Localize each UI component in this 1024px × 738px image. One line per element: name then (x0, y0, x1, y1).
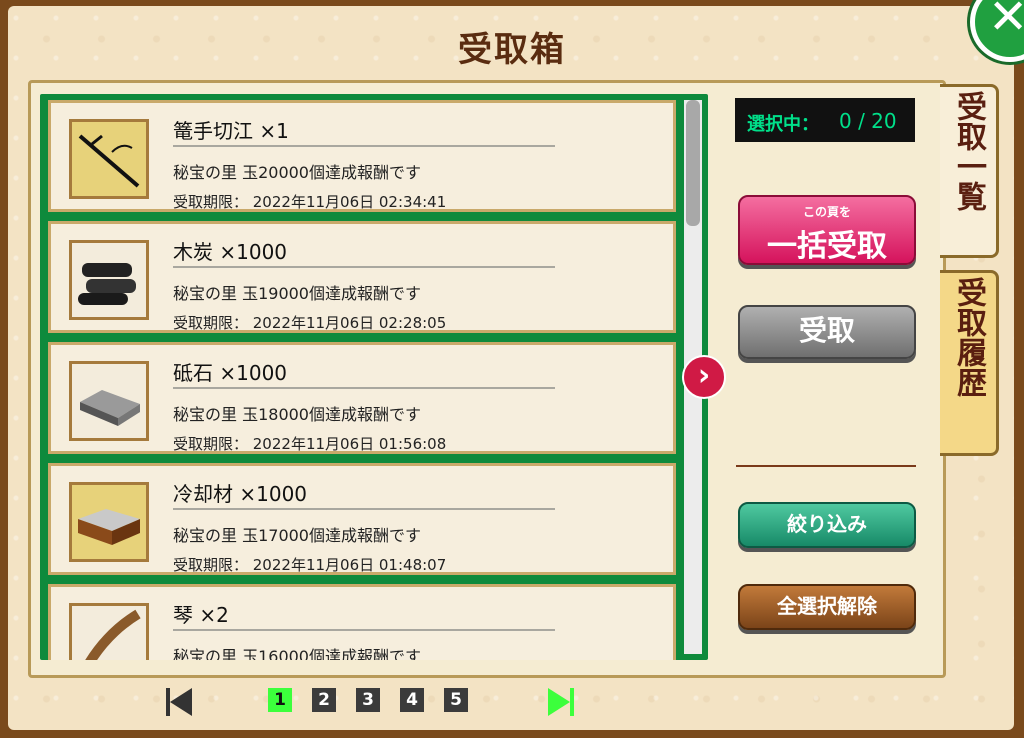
deselect-all-button[interactable]: 全選択解除 (738, 584, 916, 630)
selection-counter: 選択中： 0 / 20 (735, 98, 915, 142)
skip-first-icon (166, 688, 192, 716)
filter-button[interactable]: 絞り込み (738, 502, 916, 548)
item-expiry: 受取期限： 2022年11月06日 02:34:41 (173, 193, 447, 211)
chevron-right-icon: › (697, 358, 711, 393)
divider (736, 465, 916, 467)
item-expiry: 受取期限： 2022年11月06日 01:56:08 (173, 435, 447, 453)
tab-receive-list[interactable]: 受取一覧 (940, 84, 999, 258)
next-page-button[interactable]: › (682, 355, 726, 399)
list-item[interactable]: 篭手切江 ×1 秘宝の里 玉20000個達成報酬です 受取期限： 2022年11… (48, 100, 676, 212)
coolant-box-icon (69, 482, 149, 562)
item-description: 秘宝の里 玉18000個達成報酬です (173, 405, 421, 424)
item-description: 秘宝の里 玉19000個達成報酬です (173, 284, 421, 303)
item-name: 木炭 ×1000 (173, 240, 288, 264)
divider (173, 387, 555, 389)
bulk-receive-button[interactable]: この頁を 一括受取 (738, 195, 916, 265)
item-name: 篭手切江 ×1 (173, 119, 289, 143)
item-description: 秘宝の里 玉20000個達成報酬です (173, 163, 421, 182)
tab-label: 受取履歴 (951, 277, 986, 397)
page-2[interactable]: 2 (312, 688, 336, 712)
item-description: 秘宝の里 玉17000個達成報酬です (173, 526, 421, 545)
item-name: 琴 ×2 (173, 603, 229, 627)
selection-label: 選択中： (747, 114, 819, 135)
divider (173, 629, 555, 631)
window-title: 受取箱 (458, 30, 566, 70)
item-name: 砥石 ×1000 (173, 361, 288, 385)
page-5[interactable]: 5 (444, 688, 468, 712)
sword-icon (69, 119, 149, 199)
whetstone-icon (69, 361, 149, 441)
first-page-button[interactable] (164, 686, 194, 718)
divider (173, 145, 555, 147)
close-icon: ✕ (988, 0, 1024, 45)
tab-receive-history[interactable]: 受取履歴 (940, 270, 999, 456)
list-item[interactable]: 冷却材 ×1000 秘宝の里 玉17000個達成報酬です 受取期限： 2022年… (48, 463, 676, 575)
selection-value: 0 / 20 (839, 109, 897, 133)
bulk-receive-label: 一括受取 (767, 229, 887, 264)
skip-last-icon (548, 688, 574, 716)
scrollbar-thumb[interactable] (686, 100, 700, 226)
item-list[interactable]: 篭手切江 ×1 秘宝の里 玉20000個達成報酬です 受取期限： 2022年11… (40, 94, 708, 660)
koto-icon (69, 603, 149, 660)
list-item[interactable]: 木炭 ×1000 秘宝の里 玉19000個達成報酬です 受取期限： 2022年1… (48, 221, 676, 333)
item-description: 秘宝の里 玉16000個達成報酬です (173, 647, 421, 660)
bulk-receive-subtitle: この頁を (802, 205, 851, 219)
tab-label: 受取一覧 (951, 91, 986, 211)
item-expiry: 受取期限： 2022年11月06日 01:48:07 (173, 556, 447, 574)
page-3[interactable]: 3 (356, 688, 380, 712)
charcoal-icon (69, 240, 149, 320)
receive-button[interactable]: 受取 (738, 305, 916, 359)
divider (173, 266, 555, 268)
list-item[interactable]: 砥石 ×1000 秘宝の里 玉18000個達成報酬です 受取期限： 2022年1… (48, 342, 676, 454)
page-4[interactable]: 4 (400, 688, 424, 712)
item-name: 冷却材 ×1000 (173, 482, 308, 506)
last-page-button[interactable] (546, 686, 576, 718)
divider (173, 508, 555, 510)
item-expiry: 受取期限： 2022年11月06日 02:28:05 (173, 314, 447, 332)
pagination: 1 2 3 4 5 (0, 682, 1024, 722)
list-item[interactable]: 琴 ×2 秘宝の里 玉16000個達成報酬です (48, 584, 676, 660)
page-1[interactable]: 1 (268, 688, 292, 712)
